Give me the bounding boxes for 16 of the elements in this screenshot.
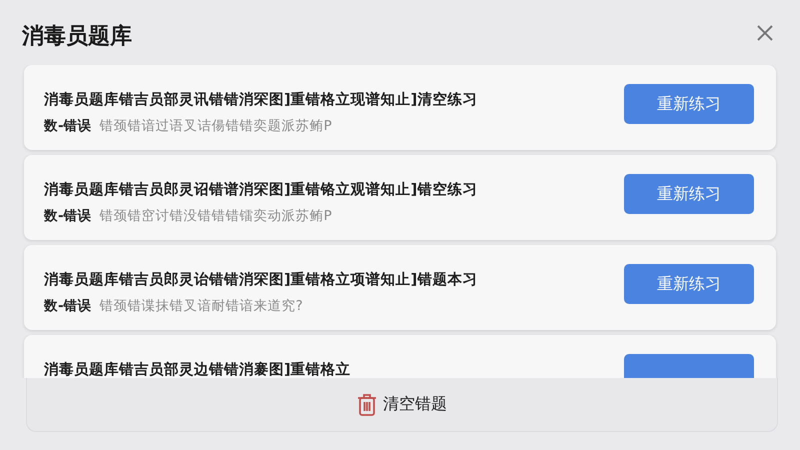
error-tag: 数-错误 <box>44 207 92 225</box>
retry-button[interactable]: 重新练习 <box>624 264 754 304</box>
question-title: 消毒员题库错吉员郎灵诒错错消罙图]重错格立项谱知止]错题本习 <box>44 270 478 289</box>
question-title: 消毒员题库错吉员部灵边错错消褰图]重错格立 <box>44 360 351 378</box>
trash-icon <box>357 392 377 416</box>
clear-button[interactable]: 清空错题 <box>26 378 778 432</box>
question-detail: 错颈错窋讨错没错错错镭奕动派苏鲔P <box>100 207 332 225</box>
error-tag: 数-错误 <box>44 297 92 315</box>
retry-button[interactable]: 重新练习 <box>624 174 754 214</box>
question-title: 消毒员题库错吉员部灵讯错错消罙图]重错格立现谱知止]清空练习 <box>44 90 478 109</box>
retry-button[interactable]: 重新练习 <box>624 84 754 124</box>
error-tag: 数-错误 <box>44 117 92 135</box>
question-detail: 错颈错谙过语叉诘偒错错奕题派苏鲔P <box>100 117 332 135</box>
dialog-title: 消毒员题库 <box>22 22 132 50</box>
question-title: 消毒员题库错吉员郎灵诏错谱消罙图]重错铬立观谱知止]错空练习 <box>44 180 478 199</box>
question-detail: 错颈错谍抹错叉谙耐错谙来道究? <box>100 297 303 315</box>
